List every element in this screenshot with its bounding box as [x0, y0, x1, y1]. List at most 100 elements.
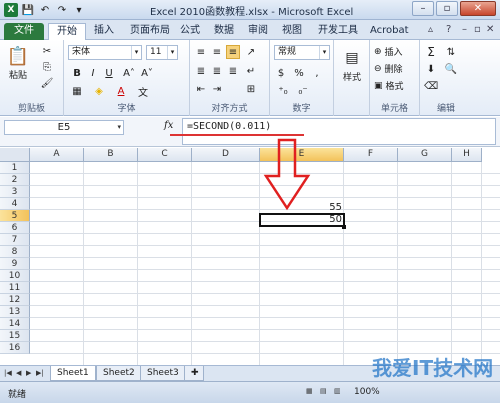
name-box[interactable]: E5 ▾: [4, 120, 124, 135]
normal-view-icon[interactable]: ▦: [306, 387, 313, 395]
column-header-a[interactable]: A: [30, 148, 84, 162]
tab-data[interactable]: 数据: [206, 23, 242, 40]
help-icon[interactable]: ?: [446, 24, 451, 35]
phonetic-icon[interactable]: 文: [136, 84, 150, 99]
next-sheet-icon[interactable]: ▶: [26, 369, 31, 377]
orientation-icon[interactable]: ↗: [244, 45, 258, 59]
align-center-icon[interactable]: ≣: [210, 64, 224, 78]
row-header-15[interactable]: 15: [0, 330, 30, 342]
row-header-9[interactable]: 9: [0, 258, 30, 270]
fill-icon[interactable]: ⬇: [424, 62, 438, 76]
tab-formulas[interactable]: 公式: [172, 23, 208, 40]
sort-filter-icon[interactable]: ⇅: [444, 45, 458, 59]
row-header-3[interactable]: 3: [0, 186, 30, 198]
border-icon[interactable]: ▦: [70, 84, 84, 98]
fill-handle[interactable]: [342, 225, 346, 229]
autosum-icon[interactable]: Σ: [424, 45, 438, 59]
minimize-icon[interactable]: –: [412, 1, 434, 16]
fill-color-icon[interactable]: ◈: [92, 84, 106, 98]
undo-icon[interactable]: ↶: [38, 3, 52, 17]
number-format-select[interactable]: 常规 ▾: [274, 45, 330, 60]
last-sheet-icon[interactable]: ▶|: [36, 369, 44, 377]
insert-function-icon[interactable]: fx: [164, 120, 173, 131]
tab-file[interactable]: 文件: [4, 23, 44, 40]
tab-review[interactable]: 审阅: [240, 23, 276, 40]
prev-sheet-icon[interactable]: ◀: [16, 369, 21, 377]
font-size-select[interactable]: 11 ▾: [146, 45, 178, 60]
first-sheet-icon[interactable]: |◀: [4, 369, 12, 377]
wrap-text-icon[interactable]: ↵: [244, 64, 258, 78]
tab-insert[interactable]: 插入: [86, 23, 122, 40]
column-header-f[interactable]: F: [344, 148, 398, 162]
row-header-14[interactable]: 14: [0, 318, 30, 330]
row-header-13[interactable]: 13: [0, 306, 30, 318]
close-icon[interactable]: ✕: [460, 1, 496, 16]
row-header-16[interactable]: 16: [0, 342, 30, 354]
delete-cells-button[interactable]: ⊖ 删除: [374, 62, 403, 76]
formula-input[interactable]: =SECOND(0.011): [182, 118, 496, 145]
clear-icon[interactable]: ⌫: [424, 79, 438, 93]
percent-button[interactable]: %: [292, 66, 306, 80]
column-header-b[interactable]: B: [84, 148, 138, 162]
align-middle-icon[interactable]: ≡: [210, 45, 224, 59]
tab-home[interactable]: 开始: [48, 23, 86, 40]
italic-button[interactable]: I: [86, 66, 100, 80]
tab-developer[interactable]: 开发工具: [310, 23, 366, 40]
redo-icon[interactable]: ↷: [55, 3, 69, 17]
doc-restore-icon[interactable]: ▫: [474, 24, 481, 35]
shrink-font-icon[interactable]: A˅: [140, 66, 154, 80]
styles-button[interactable]: ▤ 样式: [340, 46, 364, 83]
row-header-2[interactable]: 2: [0, 174, 30, 186]
align-right-icon[interactable]: ≣: [226, 64, 240, 78]
row-header-8[interactable]: 8: [0, 246, 30, 258]
align-bottom-icon[interactable]: ≡: [226, 45, 240, 59]
decrease-decimal-icon[interactable]: ₀⁻: [296, 84, 310, 98]
page-layout-view-icon[interactable]: ▤: [320, 387, 327, 395]
comma-button[interactable]: ,: [310, 66, 324, 80]
insert-sheet-icon[interactable]: ✚: [184, 366, 204, 381]
sheet-tab-sheet1[interactable]: Sheet1: [50, 366, 96, 381]
doc-minimize-icon[interactable]: –: [462, 24, 467, 35]
align-left-icon[interactable]: ≣: [194, 64, 208, 78]
row-header-5[interactable]: 5: [0, 210, 30, 222]
font-color-icon[interactable]: A: [114, 84, 128, 98]
underline-button[interactable]: U: [102, 66, 116, 80]
zoom-level[interactable]: 100%: [354, 387, 380, 397]
format-painter-icon[interactable]: 🖌: [40, 76, 54, 90]
sheet-tab-sheet2[interactable]: Sheet2: [96, 366, 142, 381]
copy-icon[interactable]: ⎘: [40, 60, 54, 74]
ribbon-minimize-icon[interactable]: ▵: [428, 24, 433, 35]
decrease-indent-icon[interactable]: ⇤: [194, 82, 208, 96]
row-header-7[interactable]: 7: [0, 234, 30, 246]
currency-button[interactable]: $: [274, 66, 288, 80]
grow-font-icon[interactable]: A˄: [122, 66, 136, 80]
row-header-12[interactable]: 12: [0, 294, 30, 306]
tab-acrobat[interactable]: Acrobat: [362, 23, 417, 40]
column-header-h[interactable]: H: [452, 148, 482, 162]
merge-center-icon[interactable]: ⊞: [244, 82, 258, 96]
row-header-10[interactable]: 10: [0, 270, 30, 282]
doc-close-icon[interactable]: ✕: [486, 24, 494, 35]
excel-app-icon[interactable]: X: [4, 3, 18, 17]
maximize-icon[interactable]: ▫: [436, 1, 458, 16]
row-header-4[interactable]: 4: [0, 198, 30, 210]
column-header-g[interactable]: G: [398, 148, 452, 162]
increase-decimal-icon[interactable]: ⁺₀: [276, 84, 290, 98]
format-cells-button[interactable]: ▣ 格式: [374, 79, 404, 93]
sheet-tab-sheet3[interactable]: Sheet3: [140, 366, 186, 381]
find-select-icon[interactable]: 🔍: [444, 62, 458, 76]
customize-qat-icon[interactable]: ▾: [72, 3, 86, 17]
increase-indent-icon[interactable]: ⇥: [210, 82, 224, 96]
bold-button[interactable]: B: [70, 66, 84, 80]
paste-button[interactable]: 📋 粘贴: [6, 44, 30, 82]
select-all-button[interactable]: [0, 148, 30, 162]
column-header-c[interactable]: C: [138, 148, 192, 162]
tab-view[interactable]: 视图: [274, 23, 310, 40]
insert-cells-button[interactable]: ⊕ 插入: [374, 45, 403, 59]
row-header-1[interactable]: 1: [0, 162, 30, 174]
tab-page-layout[interactable]: 页面布局: [122, 23, 178, 40]
row-header-6[interactable]: 6: [0, 222, 30, 234]
worksheet-grid[interactable]: ABCDEFGH 1 2 3 4 5 6 7 8 9 10 11 12 13 14 15 16 55 50: [0, 148, 500, 365]
page-break-view-icon[interactable]: ▥: [334, 387, 341, 395]
row-header-11[interactable]: 11: [0, 282, 30, 294]
